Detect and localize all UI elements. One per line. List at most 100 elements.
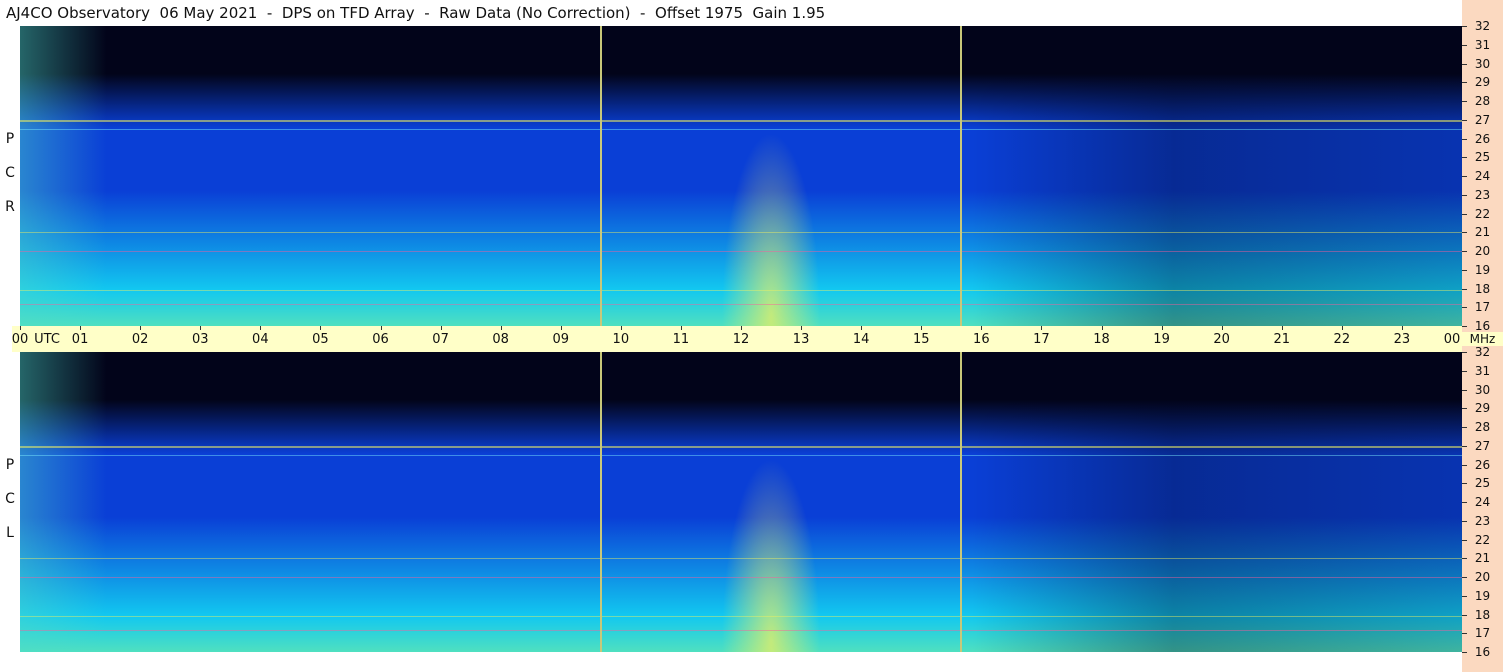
- time-tick-mark: [620, 326, 622, 330]
- bottom-padding: [20, 652, 1462, 672]
- interference-band: [20, 303, 1462, 305]
- frequency-tick-label: 26: [1474, 131, 1491, 146]
- rcp-label: P C R: [2, 122, 18, 224]
- time-tick-label: 22: [1333, 332, 1351, 347]
- time-tick-mark: [1221, 326, 1223, 330]
- frequency-tick-label: 20: [1474, 570, 1491, 584]
- time-tick-label: 21: [1273, 332, 1291, 347]
- time-tick-mark: [1041, 326, 1043, 330]
- frequency-tick-label: 31: [1474, 363, 1491, 378]
- time-tick-mark: [1101, 326, 1103, 330]
- frequency-tick-label: 29: [1474, 75, 1491, 90]
- frequency-tick-label: 24: [1474, 169, 1491, 183]
- rcp-label-letter-2: C: [5, 165, 15, 181]
- frequency-tick-label: 28: [1474, 420, 1491, 434]
- time-tick-mark: [1161, 326, 1163, 330]
- frequency-tick-label: 25: [1474, 476, 1491, 491]
- frequency-tick-label: 24: [1474, 495, 1491, 509]
- time-tick-label: 23: [1393, 332, 1411, 347]
- time-tick-label: 11: [672, 332, 690, 347]
- time-marker: [960, 352, 963, 652]
- time-tick-label: 19: [1153, 332, 1170, 347]
- lcp-label-letter-1: P: [5, 457, 15, 473]
- time-tick-mark: [801, 326, 803, 330]
- interference-band: [20, 616, 1462, 618]
- time-tick-label: 08: [492, 332, 509, 347]
- time-tick-label: 07: [432, 332, 449, 347]
- time-tick-mark: [560, 326, 562, 330]
- frequency-tick-label: 30: [1474, 56, 1491, 71]
- frequency-tick-mark: [1462, 445, 1467, 447]
- frequency-tick-label: 22: [1474, 532, 1491, 547]
- interference-band: [20, 558, 1462, 560]
- time-tick-mark: [680, 326, 682, 330]
- frequency-tick-label: 27: [1474, 438, 1491, 453]
- frequency-tick-label: 23: [1474, 513, 1491, 528]
- time-tick-label: 04: [252, 332, 269, 347]
- frequency-tick-label: 19: [1474, 262, 1491, 277]
- rcp-label-letter-1: P: [5, 131, 15, 147]
- frequency-tick-label: 30: [1474, 382, 1491, 397]
- frequency-tick-mark: [1462, 652, 1467, 653]
- frequency-tick-mark: [1462, 157, 1467, 159]
- utc-unit-label: UTC: [34, 332, 60, 347]
- interference-band: [20, 290, 1462, 292]
- frequency-tick-label: 23: [1474, 187, 1491, 202]
- frequency-tick-mark: [1462, 307, 1467, 309]
- interference-band: [20, 251, 1462, 252]
- frequency-tick-mark: [1462, 352, 1467, 353]
- time-tick-mark: [380, 326, 382, 330]
- time-tick-label: 00: [11, 332, 29, 347]
- frequency-tick-mark: [1462, 577, 1467, 578]
- frequency-tick-label: 21: [1474, 225, 1491, 240]
- frequency-tick-mark: [1462, 194, 1467, 196]
- frequency-tick-mark: [1462, 44, 1467, 46]
- frequency-tick-label: 18: [1474, 607, 1491, 622]
- time-tick-label: 18: [1093, 332, 1110, 347]
- frequency-tick-label: 17: [1474, 626, 1491, 641]
- frequency-tick-mark: [1462, 427, 1467, 428]
- lcp-label-letter-2: C: [5, 491, 15, 507]
- frequency-tick-label: 19: [1474, 588, 1491, 603]
- lcp-spectrogram[interactable]: [20, 352, 1462, 652]
- frequency-tick-mark: [1462, 408, 1467, 410]
- frequency-tick-label: 16: [1474, 319, 1491, 333]
- time-marker: [599, 26, 602, 326]
- frequency-tick-mark: [1462, 558, 1467, 560]
- time-tick-label: 14: [852, 332, 870, 347]
- time-tick-mark: [260, 326, 262, 330]
- frequency-tick-mark: [1462, 26, 1467, 27]
- frequency-tick-label: 32: [1474, 345, 1491, 359]
- time-marker: [960, 26, 963, 326]
- frequency-tick-label: 26: [1474, 457, 1491, 472]
- time-tick-label: 10: [612, 332, 630, 347]
- time-tick-label: 16: [973, 332, 990, 347]
- interference-band: [20, 577, 1462, 578]
- frequency-tick-mark: [1462, 595, 1467, 597]
- frequency-tick-mark: [1462, 370, 1467, 372]
- time-marker: [599, 352, 602, 652]
- interference-band: [20, 119, 1462, 122]
- time-tick-label: 20: [1213, 332, 1230, 347]
- rcp-label-letter-3: R: [5, 199, 15, 215]
- rcp-spectrogram[interactable]: [20, 26, 1462, 326]
- chart-title: AJ4CO Observatory 06 May 2021 - DPS on T…: [0, 0, 1462, 26]
- time-tick-mark: [200, 326, 202, 330]
- frequency-tick-mark: [1462, 251, 1467, 252]
- time-tick-mark: [981, 326, 983, 330]
- frequency-tick-mark: [1462, 464, 1467, 466]
- time-tick-label: 01: [71, 332, 89, 347]
- interference-band: [20, 455, 1462, 457]
- frequency-tick-mark: [1462, 269, 1467, 271]
- frequency-tick-label: 32: [1474, 19, 1491, 33]
- time-tick-label: 13: [792, 332, 810, 347]
- lcp-label-letter-3: L: [6, 525, 14, 541]
- frequency-tick-label: 21: [1474, 551, 1491, 566]
- time-tick-mark: [500, 326, 502, 330]
- time-tick-mark: [140, 326, 142, 330]
- frequency-tick-label: 16: [1474, 645, 1491, 659]
- frequency-tick-mark: [1462, 633, 1467, 635]
- frequency-tick-mark: [1462, 119, 1467, 121]
- frequency-tick-label: 27: [1474, 112, 1491, 127]
- frequency-tick-mark: [1462, 539, 1467, 541]
